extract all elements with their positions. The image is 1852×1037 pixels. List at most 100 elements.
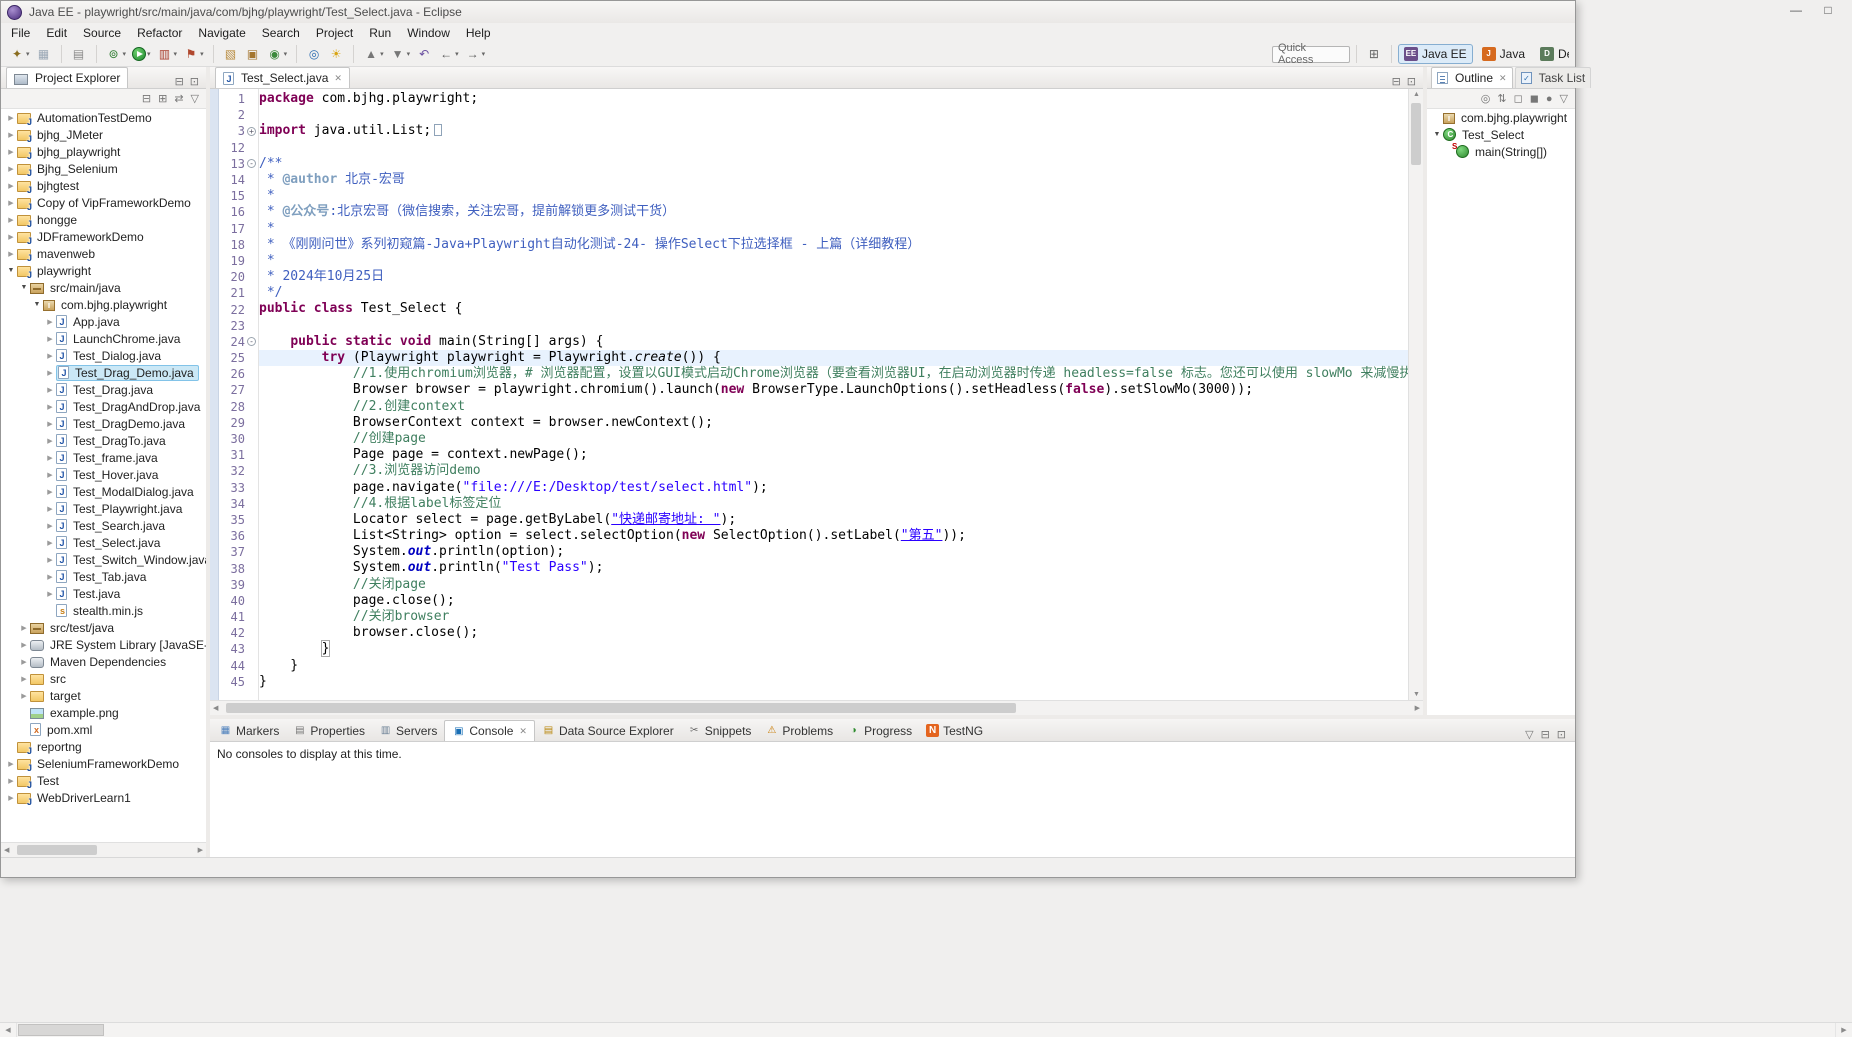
collapse-arrow-icon[interactable]: ▼ xyxy=(18,284,30,291)
tree-item-test-dialog-java[interactable]: ▶Test_Dialog.java xyxy=(1,347,206,364)
code-content[interactable]: package com.bjhg.playwright;import java.… xyxy=(259,89,1408,700)
select-working-set-icon[interactable]: ⊞ xyxy=(158,92,167,105)
expand-arrow-icon[interactable]: ▶ xyxy=(5,760,17,768)
menu-search[interactable]: Search xyxy=(254,24,308,42)
tab-problems[interactable]: ⚠Problems xyxy=(758,720,840,741)
expand-arrow-icon[interactable]: ▶ xyxy=(44,505,56,513)
tree-item-bjhg-jmeter[interactable]: ▶bjhg_JMeter xyxy=(1,126,206,143)
maximize-view-icon[interactable]: ⊡ xyxy=(1407,75,1416,88)
tree-item-test[interactable]: ▶Test xyxy=(1,772,206,789)
tree-item-example-png[interactable]: example.png xyxy=(1,704,206,721)
tree-item-test-java[interactable]: ▶Test.java xyxy=(1,585,206,602)
hide-non-public-icon[interactable]: ● xyxy=(1546,93,1553,105)
expand-arrow-icon[interactable]: ▶ xyxy=(18,641,30,649)
outline-item-test-select[interactable]: ▼Test_Select xyxy=(1427,126,1575,143)
expand-arrow-icon[interactable]: ▶ xyxy=(44,335,56,343)
tree-item-webdriverlearn1[interactable]: ▶WebDriverLearn1 xyxy=(1,789,206,806)
minimize-view-icon[interactable]: ⊟ xyxy=(1541,728,1550,741)
toolbar-new-button[interactable]: ✦▾ xyxy=(6,43,33,65)
expand-arrow-icon[interactable]: ▶ xyxy=(44,539,56,547)
tab-progress[interactable]: ◑Progress xyxy=(840,720,919,741)
maximize-view-icon[interactable]: ⊡ xyxy=(190,75,199,88)
tab-data-source-explorer[interactable]: ▤Data Source Explorer xyxy=(535,720,681,741)
tree-item-bjhgtest[interactable]: ▶bjhgtest xyxy=(1,177,206,194)
tree-item-playwright[interactable]: ▼playwright xyxy=(1,262,206,279)
editor-vscrollbar[interactable] xyxy=(1408,89,1423,700)
tree-item-test-hover-java[interactable]: ▶Test_Hover.java xyxy=(1,466,206,483)
toolbar-previous-annotation-button[interactable]: ▲▾ xyxy=(360,43,387,65)
expand-arrow-icon[interactable]: ▶ xyxy=(5,794,17,802)
scroll-left-arrow-icon[interactable]: ◀ xyxy=(0,1023,17,1037)
title-bar[interactable]: Java EE - playwright/src/main/java/com/b… xyxy=(1,1,1575,23)
quick-access-button[interactable]: Quick Access xyxy=(1272,46,1350,63)
tree-item-test-playwright-java[interactable]: ▶Test_Playwright.java xyxy=(1,500,206,517)
expand-arrow-icon[interactable]: ▶ xyxy=(44,488,56,496)
expand-arrow-icon[interactable]: ▶ xyxy=(18,658,30,666)
toolbar-new-class-button[interactable]: ◉▾ xyxy=(264,43,291,65)
toolbar-search-button[interactable]: ☀ xyxy=(325,43,347,65)
menu-project[interactable]: Project xyxy=(308,24,361,42)
minimize-view-icon[interactable]: ⊟ xyxy=(175,75,184,88)
tree-item-pom-xml[interactable]: pom.xml xyxy=(1,721,206,738)
collapse-arrow-icon[interactable]: ▼ xyxy=(1431,131,1443,138)
tree-item-jdframeworkdemo[interactable]: ▶JDFrameworkDemo xyxy=(1,228,206,245)
expand-arrow-icon[interactable]: ▶ xyxy=(44,590,56,598)
tab-task-list[interactable]: Task List xyxy=(1515,67,1592,88)
hide-static-icon[interactable]: ◼ xyxy=(1530,92,1539,105)
toolbar-run-button[interactable]: ▾ xyxy=(129,43,154,65)
expand-arrow-icon[interactable]: ▶ xyxy=(44,437,56,445)
tree-item-test-modaldialog-java[interactable]: ▶Test_ModalDialog.java xyxy=(1,483,206,500)
tab-markers[interactable]: ▦Markers xyxy=(212,720,286,741)
toolbar-debug-button[interactable]: ⊚▾ xyxy=(103,43,130,65)
toolbar-new-package-button[interactable]: ▣ xyxy=(242,43,264,65)
expand-arrow-icon[interactable]: ▶ xyxy=(5,233,17,241)
maximize-view-icon[interactable]: ⊡ xyxy=(1557,728,1566,741)
expand-arrow-icon[interactable]: ▶ xyxy=(44,420,56,428)
expand-arrow-icon[interactable]: ▶ xyxy=(44,471,56,479)
perspective-debug-button[interactable]: DDe xyxy=(1534,44,1570,64)
tree-item-reportng[interactable]: reportng xyxy=(1,738,206,755)
view-menu-icon[interactable]: ▽ xyxy=(1525,728,1533,741)
tree-item-automationtestdemo[interactable]: ▶AutomationTestDemo xyxy=(1,109,206,126)
project-explorer-hscrollbar[interactable] xyxy=(1,842,206,857)
toolbar-next-annotation-button[interactable]: ▼▾ xyxy=(387,43,414,65)
editor-hscrollbar[interactable] xyxy=(210,700,1423,715)
expand-arrow-icon[interactable]: ▶ xyxy=(44,556,56,564)
expand-arrow-icon[interactable]: ▶ xyxy=(18,675,30,683)
tab-properties[interactable]: ▤Properties xyxy=(286,720,372,741)
tree-item-maven-dependencies[interactable]: ▶Maven Dependencies xyxy=(1,653,206,670)
tree-item-src-test-java[interactable]: ▶src/test/java xyxy=(1,619,206,636)
tab-project-explorer[interactable]: Project Explorer xyxy=(6,67,128,88)
tab-snippets[interactable]: ✂Snippets xyxy=(681,720,759,741)
scrollbar-thumb[interactable] xyxy=(18,1024,104,1036)
expand-arrow-icon[interactable]: ▶ xyxy=(5,182,17,190)
focus-icon[interactable]: ◎ xyxy=(1481,92,1491,105)
toolbar-print-button[interactable]: ▤ xyxy=(68,43,90,65)
open-perspective-button[interactable]: ⊞ xyxy=(1363,43,1385,65)
expand-arrow-icon[interactable]: ▶ xyxy=(18,692,30,700)
tab-servers[interactable]: ▥Servers xyxy=(372,720,444,741)
tree-item-test-search-java[interactable]: ▶Test_Search.java xyxy=(1,517,206,534)
expand-arrow-icon[interactable]: ▶ xyxy=(44,522,56,530)
expand-arrow-icon[interactable]: ▶ xyxy=(5,216,17,224)
collapse-arrow-icon[interactable]: ▼ xyxy=(5,267,17,274)
tab-testng[interactable]: NTestNG xyxy=(919,720,990,741)
tree-item-bjhg-selenium[interactable]: ▶Bjhg_Selenium xyxy=(1,160,206,177)
perspective-java-button[interactable]: JJava xyxy=(1476,44,1531,64)
expand-arrow-icon[interactable]: ▶ xyxy=(44,318,56,326)
expand-arrow-icon[interactable]: ▶ xyxy=(44,454,56,462)
scrollbar-thumb[interactable] xyxy=(226,703,1016,713)
menu-help[interactable]: Help xyxy=(458,24,499,42)
tree-item-src[interactable]: ▶src xyxy=(1,670,206,687)
toolbar-new-java-project-button[interactable]: ▧ xyxy=(220,43,242,65)
tree-item-stealth-min-js[interactable]: stealth.min.js xyxy=(1,602,206,619)
fold-marker-icon[interactable]: + xyxy=(247,127,256,136)
tree-item-seleniumframeworkdemo[interactable]: ▶SeleniumFrameworkDemo xyxy=(1,755,206,772)
fold-marker-icon[interactable]: - xyxy=(247,159,256,168)
close-tab-icon[interactable]: ✕ xyxy=(1499,73,1507,84)
scroll-right-arrow-icon[interactable]: ▶ xyxy=(1835,1023,1852,1037)
close-tab-icon[interactable]: ✕ xyxy=(334,73,342,84)
toolbar-coverage-button[interactable]: ▥▾ xyxy=(154,43,181,65)
toolbar-save-button[interactable]: ▦ xyxy=(33,43,55,65)
menu-navigate[interactable]: Navigate xyxy=(190,24,253,42)
